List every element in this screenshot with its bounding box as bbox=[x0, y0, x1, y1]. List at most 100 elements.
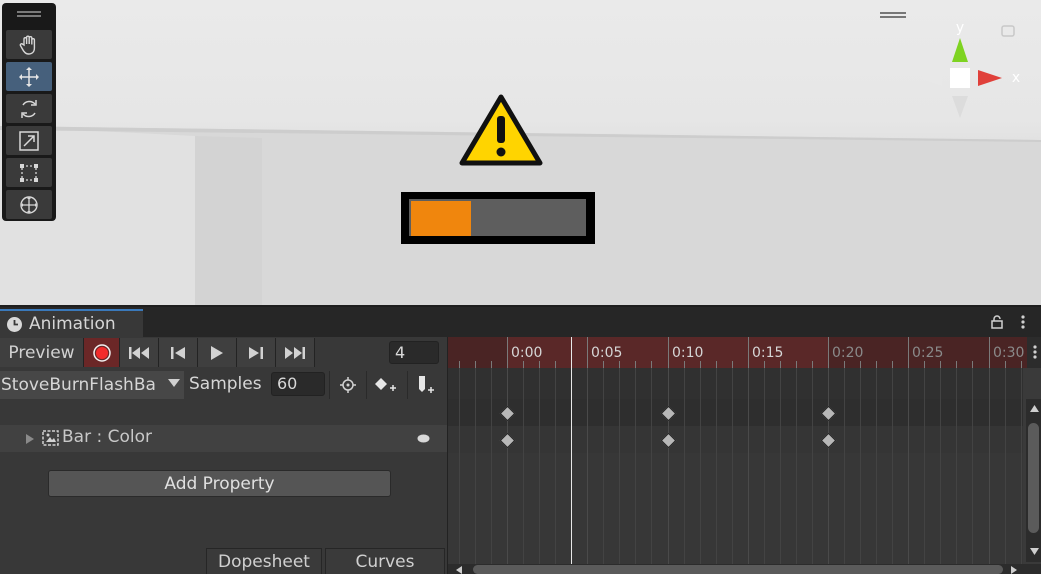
transform-tool-button[interactable] bbox=[6, 190, 52, 219]
dopesheet-timeline[interactable]: 0:00 0:05 0:10 0:15 0:20 0:25 0:30 bbox=[447, 337, 1041, 574]
property-label: Bar : Color bbox=[62, 427, 152, 447]
timeline-menu-button[interactable] bbox=[1027, 337, 1041, 368]
scroll-right-icon[interactable] bbox=[1011, 566, 1017, 574]
image-component-icon bbox=[42, 430, 59, 446]
scroll-up-icon[interactable] bbox=[1030, 405, 1039, 412]
previous-keyframe-button[interactable] bbox=[159, 338, 198, 367]
last-keyframe-button[interactable] bbox=[276, 338, 315, 367]
ruler-minor-tick bbox=[972, 361, 973, 368]
horizontal-scroll-thumb[interactable] bbox=[473, 565, 1003, 574]
ruler-minor-tick bbox=[860, 361, 861, 368]
ruler-minor-tick bbox=[716, 361, 717, 368]
tab-animation[interactable]: Animation bbox=[0, 309, 143, 337]
record-icon bbox=[92, 343, 111, 362]
timeline-gridline bbox=[940, 368, 941, 564]
rect-tool-button[interactable] bbox=[6, 158, 52, 187]
time-ruler[interactable]: 0:00 0:05 0:10 0:15 0:20 0:25 0:30 bbox=[448, 337, 1028, 368]
property-list: Bar : Color Add Property bbox=[0, 400, 447, 548]
gizmo-x-cone[interactable] bbox=[978, 70, 1002, 86]
gizmo-view-label[interactable]: < bbox=[923, 145, 936, 160]
hand-tool-button[interactable] bbox=[6, 30, 52, 59]
ruler-minor-tick bbox=[603, 361, 604, 368]
timeline-gridline bbox=[1005, 368, 1006, 564]
timeline-property-row[interactable] bbox=[448, 426, 1023, 453]
kebab-menu-icon bbox=[1033, 345, 1037, 359]
playhead[interactable] bbox=[571, 337, 572, 564]
tab-dopesheet[interactable]: Dopesheet bbox=[206, 548, 322, 574]
vertical-scroll-thumb[interactable] bbox=[1028, 423, 1039, 533]
ruler-tick-label: 0:10 bbox=[672, 345, 704, 361]
timeline-gridline bbox=[812, 368, 813, 564]
play-button[interactable] bbox=[198, 338, 237, 367]
timeline-gridline bbox=[1021, 368, 1022, 564]
property-options-icon[interactable] bbox=[417, 434, 430, 443]
next-keyframe-button[interactable] bbox=[237, 338, 276, 367]
timeline-gridline bbox=[523, 368, 524, 564]
samples-field[interactable]: 60 bbox=[271, 372, 325, 396]
vertical-scrollbar[interactable] bbox=[1026, 399, 1041, 562]
add-event-button[interactable] bbox=[407, 371, 444, 399]
first-keyframe-button[interactable] bbox=[120, 338, 159, 367]
animation-tab-bar: Animation bbox=[0, 307, 1041, 337]
add-property-button[interactable]: Add Property bbox=[48, 470, 391, 497]
gizmo-neg-x-cone[interactable] bbox=[918, 70, 942, 86]
window-menu-icon[interactable] bbox=[1014, 313, 1032, 331]
add-event-icon bbox=[419, 376, 434, 393]
timeline-empty-area[interactable] bbox=[448, 453, 1023, 564]
scale-tool-button[interactable] bbox=[6, 126, 52, 155]
scroll-left-icon[interactable] bbox=[456, 566, 462, 574]
rotate-tool-button[interactable] bbox=[6, 94, 52, 123]
preview-button[interactable]: Preview bbox=[0, 338, 84, 367]
timeline-events-row[interactable] bbox=[448, 368, 1023, 399]
timeline-gridline bbox=[619, 368, 620, 564]
ruler-minor-tick bbox=[491, 361, 492, 368]
scroll-down-icon[interactable] bbox=[1030, 548, 1039, 555]
timeline-gridline bbox=[555, 368, 556, 564]
ruler-minor-tick bbox=[732, 361, 733, 368]
current-frame-field[interactable]: 4 bbox=[389, 341, 439, 364]
ruler-minor-tick bbox=[924, 361, 925, 368]
property-row[interactable]: Bar : Color bbox=[0, 425, 447, 452]
timeline-gridline bbox=[956, 368, 957, 564]
gizmo-neg-y-cone[interactable] bbox=[952, 96, 968, 118]
ruler-tick-label: 0:00 bbox=[511, 345, 543, 361]
record-button[interactable] bbox=[84, 338, 120, 367]
rect-transform-icon bbox=[20, 163, 38, 182]
clip-selector-dropdown[interactable]: StoveBurnFlashBa bbox=[0, 371, 184, 399]
expand-arrow-icon[interactable] bbox=[25, 433, 35, 445]
ruler-tick-label: 0:20 bbox=[832, 345, 864, 361]
timeline-gridline bbox=[876, 368, 877, 564]
gizmo-center-cube[interactable] bbox=[950, 68, 970, 88]
ruler-minor-tick bbox=[764, 361, 765, 368]
ruler-tick-label: 0:30 bbox=[993, 345, 1025, 361]
filter-by-selection-button[interactable] bbox=[329, 371, 366, 399]
add-keyframe-button[interactable] bbox=[366, 371, 403, 399]
timeline-gridline bbox=[507, 368, 508, 564]
samples-label: Samples bbox=[189, 374, 262, 394]
tab-curves[interactable]: Curves bbox=[325, 548, 445, 574]
timeline-gridline bbox=[700, 368, 701, 564]
skip-to-end-icon bbox=[285, 346, 305, 359]
lock-icon[interactable] bbox=[988, 313, 1006, 331]
play-icon bbox=[211, 345, 223, 360]
horizontal-scrollbar[interactable] bbox=[448, 564, 1041, 574]
ruler-minor-tick bbox=[684, 361, 685, 368]
move-tool-button[interactable] bbox=[6, 62, 52, 91]
palette-drag-handle[interactable] bbox=[17, 11, 41, 17]
ruler-major-tick bbox=[989, 337, 990, 368]
step-back-icon bbox=[171, 346, 185, 359]
timeline-gridline bbox=[603, 368, 604, 564]
gizmo-y-cone[interactable] bbox=[952, 38, 968, 62]
ruler-minor-tick bbox=[844, 361, 845, 368]
timeline-gridline bbox=[972, 368, 973, 564]
scene-view[interactable]: y x < bbox=[0, 0, 1041, 306]
tab-animation-label: Animation bbox=[29, 314, 116, 334]
clip-name: StoveBurnFlashBa bbox=[1, 375, 156, 395]
view-mode-tabs: Dopesheet Curves bbox=[0, 548, 447, 574]
timeline-gridline bbox=[491, 368, 492, 564]
ruler-tick-label: 0:25 bbox=[912, 345, 944, 361]
ruler-minor-tick bbox=[876, 361, 877, 368]
orientation-gizmo[interactable]: y x < bbox=[900, 10, 1041, 160]
timeline-summary-row[interactable] bbox=[448, 399, 1023, 426]
gizmo-lock-icon[interactable] bbox=[1001, 25, 1015, 37]
